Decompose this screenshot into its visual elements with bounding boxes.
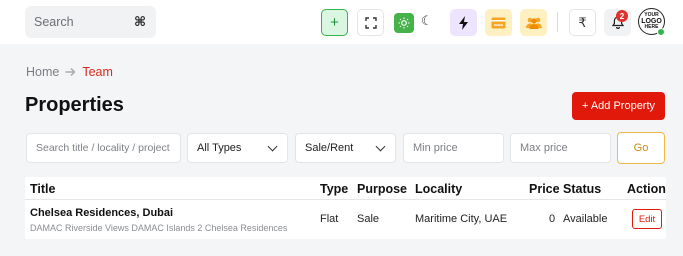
type-select[interactable]: All Types — [187, 133, 288, 163]
top-header: Search ⌘ + ☾ ₹ 2 YOUR LOGO HERE — [0, 0, 683, 44]
cards-button[interactable] — [485, 9, 512, 36]
team-icon — [525, 17, 542, 29]
online-status-dot — [657, 28, 665, 36]
chevron-down-icon — [267, 141, 278, 151]
plus-icon: + — [330, 14, 339, 31]
quick-add-button[interactable]: + — [321, 9, 348, 36]
currency-button[interactable]: ₹ — [569, 9, 596, 36]
quick-actions-button[interactable] — [450, 9, 477, 36]
notification-badge: 2 — [616, 10, 628, 22]
bolt-icon — [458, 15, 468, 30]
go-button[interactable]: Go — [617, 132, 665, 164]
command-key-icon: ⌘ — [133, 14, 146, 29]
chevron-down-icon — [375, 141, 386, 151]
property-search-input[interactable]: Search title / locality / project — [26, 133, 181, 163]
search-placeholder: Search — [34, 15, 74, 29]
header-divider — [557, 12, 558, 32]
purpose-select[interactable]: Sale/Rent — [295, 133, 396, 163]
table-header-divider — [25, 199, 666, 200]
property-status: Available — [563, 213, 608, 225]
breadcrumb-current: Team — [82, 65, 113, 79]
property-purpose: Sale — [357, 213, 380, 225]
max-price-input[interactable]: Max price — [510, 133, 611, 163]
logo-text-bottom: HERE — [644, 24, 659, 30]
card-icon — [491, 17, 506, 28]
column-header-action: Action — [627, 182, 666, 196]
column-header-price: Price — [529, 182, 560, 196]
arrow-right-icon — [65, 67, 76, 77]
property-type: Flat — [320, 213, 339, 225]
global-search[interactable]: Search ⌘ — [25, 6, 156, 38]
edit-button[interactable]: Edit — [632, 209, 662, 229]
rupee-icon: ₹ — [578, 14, 587, 30]
property-title[interactable]: Chelsea Residences, Dubai — [30, 207, 173, 219]
column-header-purpose: Purpose — [357, 182, 408, 196]
fullscreen-button[interactable] — [357, 9, 384, 36]
column-header-locality: Locality — [415, 182, 463, 196]
sun-icon — [398, 17, 410, 29]
breadcrumb-home[interactable]: Home — [26, 65, 59, 79]
moon-icon[interactable]: ☾ — [421, 13, 433, 29]
fullscreen-icon — [364, 16, 377, 29]
min-price-input[interactable]: Min price — [403, 133, 504, 163]
column-header-status: Status — [563, 182, 602, 196]
column-header-type: Type — [320, 182, 349, 196]
team-button[interactable] — [520, 9, 547, 36]
page-title: Properties — [25, 94, 124, 116]
purpose-select-value: Sale/Rent — [305, 142, 354, 154]
property-price: 0 — [549, 213, 556, 225]
property-locality: Maritime City, UAE — [415, 213, 508, 225]
breadcrumb: Home Team — [26, 65, 113, 79]
type-select-value: All Types — [197, 142, 242, 154]
column-header-title: Title — [30, 182, 56, 196]
light-theme-button[interactable] — [394, 13, 414, 33]
add-property-button[interactable]: + Add Property — [572, 92, 665, 120]
property-subtitle: DAMAC Riverside Views DAMAC Islands 2 Ch… — [30, 223, 288, 233]
